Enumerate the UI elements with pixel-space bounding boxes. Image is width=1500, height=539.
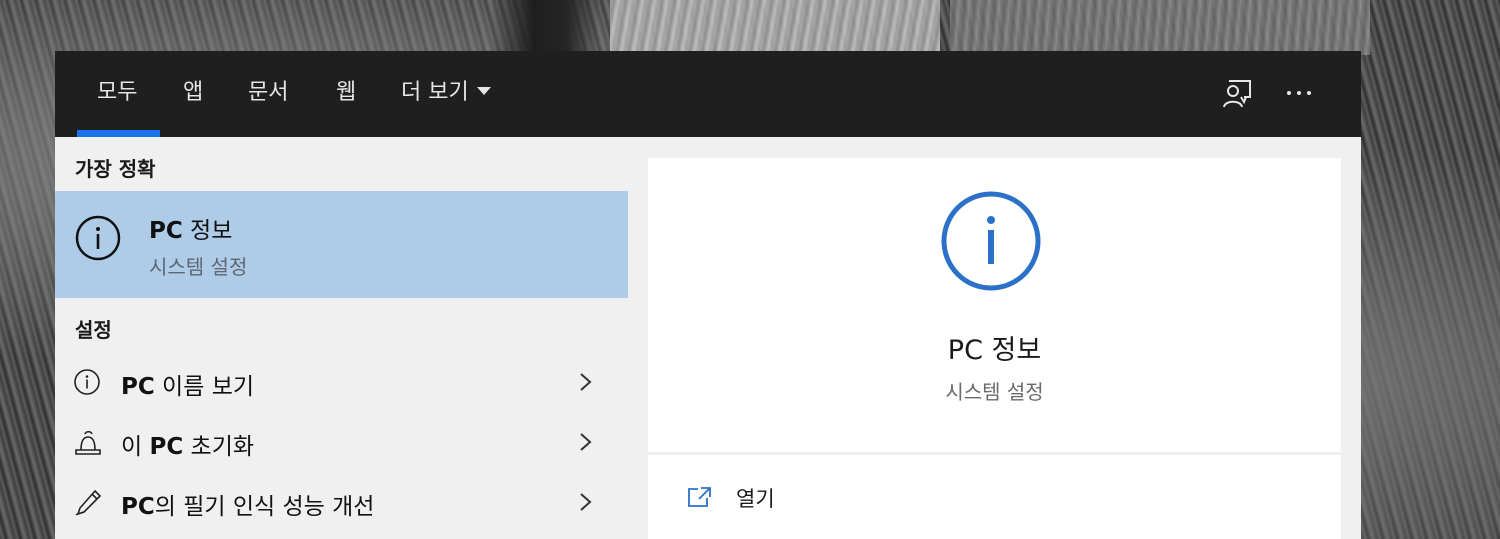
setting-handwriting[interactable]: PC의 필기 인식 성능 개선 xyxy=(55,473,628,531)
setting-reset-pc[interactable]: 이 PC 초기화 xyxy=(55,413,628,471)
info-circle-icon xyxy=(73,368,103,396)
open-icon xyxy=(686,485,714,509)
tab-all[interactable]: 모두 xyxy=(97,51,137,137)
tab-web[interactable]: 웹 xyxy=(336,51,356,137)
preview-subtitle: 시스템 설정 xyxy=(945,380,1044,404)
setting-label: PC 이름 보기 xyxy=(121,374,255,400)
setting-label: 이 PC 초기화 xyxy=(121,434,255,460)
preview-card: PC 정보 시스템 설정 xyxy=(648,158,1341,452)
setting-label: PC의 필기 인식 성능 개선 xyxy=(121,494,375,520)
tab-more-label: 더 보기 xyxy=(401,80,469,105)
active-tab-indicator xyxy=(77,130,160,137)
chevron-right-icon xyxy=(577,369,595,395)
preview-title: PC 정보 xyxy=(947,335,1042,366)
settings-heading: 설정 xyxy=(75,318,112,342)
open-action[interactable]: 열기 xyxy=(648,469,1341,525)
setting-view-pc-name[interactable]: PC 이름 보기 xyxy=(55,353,628,411)
best-match-subtitle: 시스템 설정 xyxy=(149,255,248,279)
preview-actions: 열기 xyxy=(648,455,1341,539)
tab-documents[interactable]: 문서 xyxy=(248,51,288,137)
more-options-icon[interactable] xyxy=(1281,77,1317,111)
background-rock-patch xyxy=(610,0,940,55)
caret-down-icon xyxy=(476,87,491,95)
chevron-right-icon xyxy=(577,429,595,455)
search-window: 모두 앱 문서 웹 더 보기 가장 정확 PC 정보 시스템 설정 설정 PC … xyxy=(55,51,1361,539)
preview-panel: PC 정보 시스템 설정 열기 xyxy=(628,137,1361,539)
results-panel: 가장 정확 PC 정보 시스템 설정 설정 PC 이름 보기 이 PC 초기화 … xyxy=(55,137,628,539)
best-match-result[interactable]: PC 정보 시스템 설정 xyxy=(55,191,628,298)
info-circle-icon xyxy=(75,215,121,261)
chevron-right-icon xyxy=(577,489,595,515)
tab-more[interactable]: 더 보기 xyxy=(401,51,491,137)
search-tab-bar: 모두 앱 문서 웹 더 보기 xyxy=(55,51,1361,137)
open-action-label: 열기 xyxy=(736,487,775,511)
tab-apps[interactable]: 앱 xyxy=(183,51,203,137)
best-match-heading: 가장 정확 xyxy=(75,157,156,181)
info-circle-icon xyxy=(939,189,1043,293)
best-match-title: PC 정보 xyxy=(149,218,233,244)
feedback-person-icon[interactable] xyxy=(1220,77,1256,111)
reset-pc-icon xyxy=(73,428,103,456)
background-rock-patch-2 xyxy=(950,0,1370,55)
pen-icon xyxy=(73,488,103,516)
